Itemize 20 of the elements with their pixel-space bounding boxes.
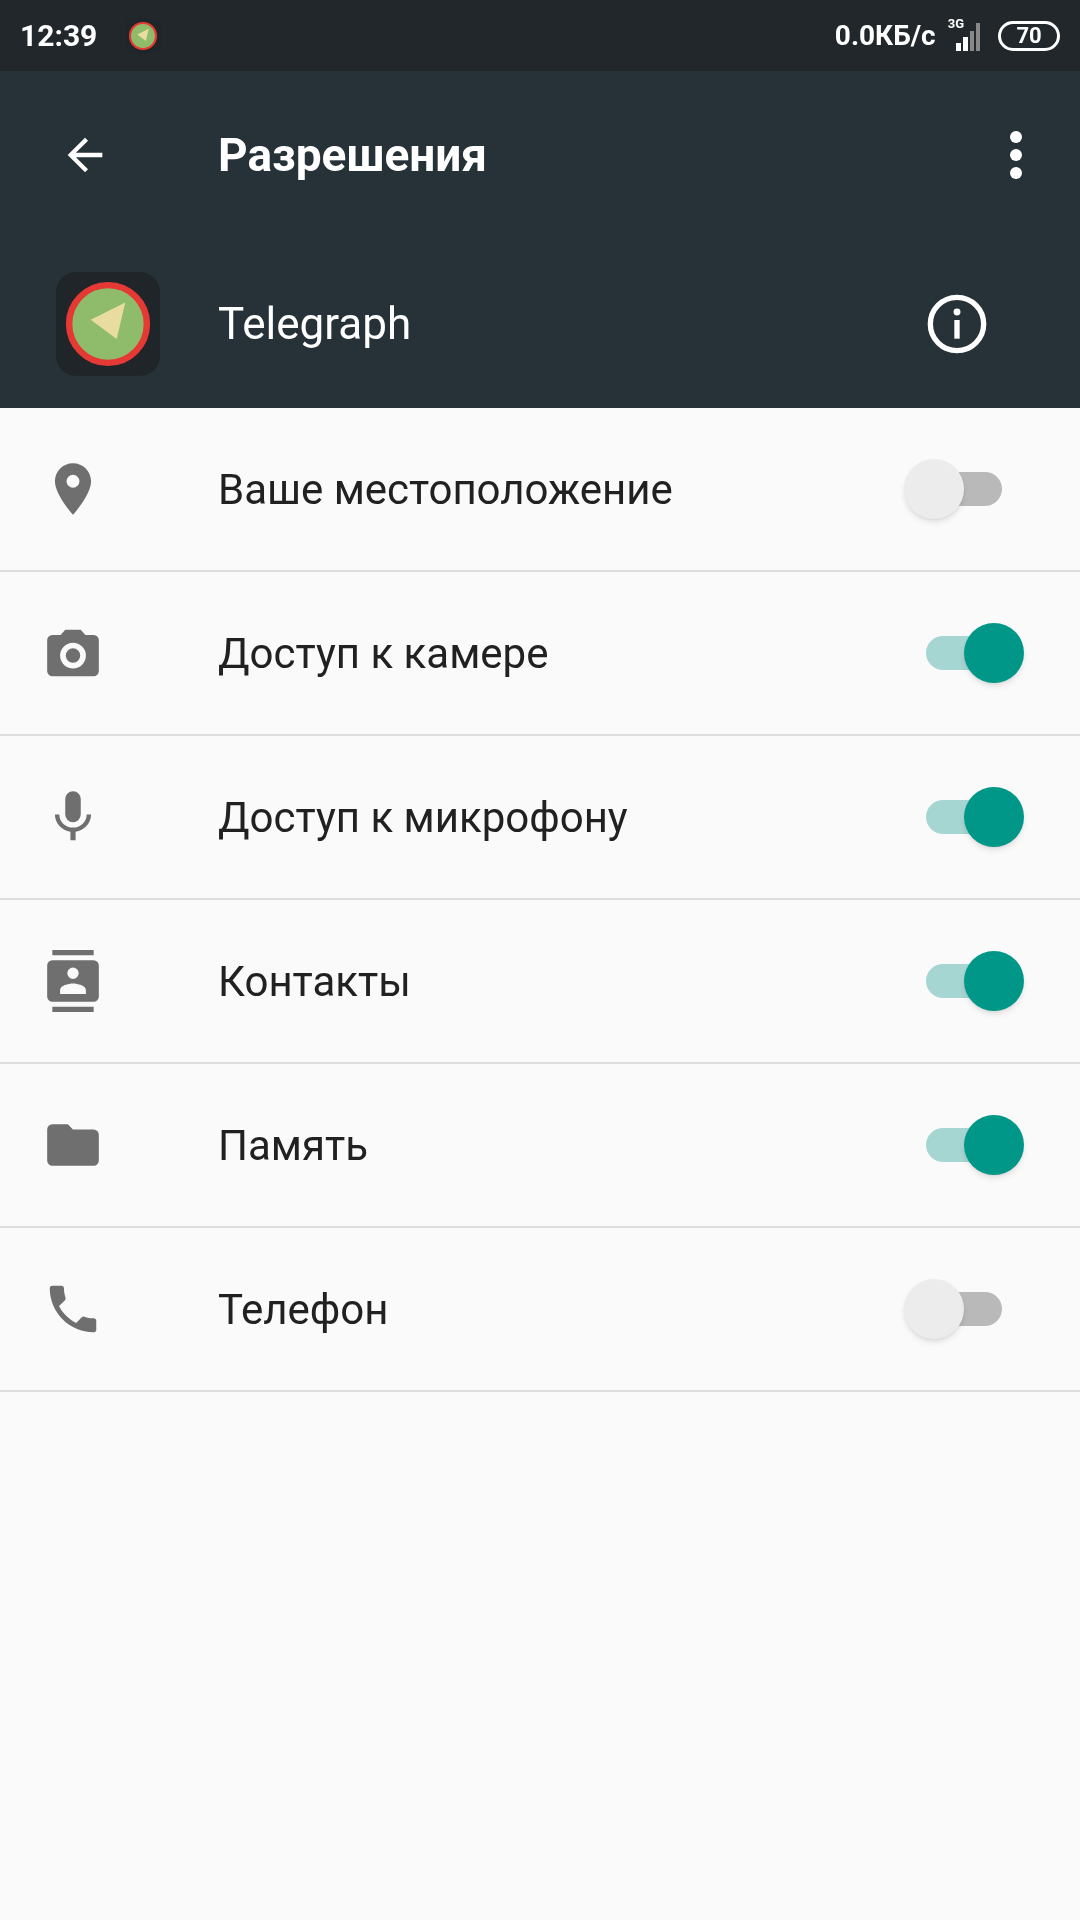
toggle-switch[interactable] (904, 1279, 1004, 1339)
clock-time: 12:39 (20, 17, 98, 55)
permission-label: Контакты (218, 955, 412, 1008)
more-icon (1010, 131, 1022, 179)
battery-indicator: 70 (998, 20, 1060, 51)
app-name: Telegraph (218, 296, 413, 352)
toggle-switch[interactable] (924, 1115, 1024, 1175)
permission-label: Доступ к микрофону (218, 791, 629, 844)
network-speed: 0.0КБ/с (834, 17, 936, 54)
toggle-switch[interactable] (924, 951, 1024, 1011)
permission-label: Память (218, 1119, 369, 1172)
toggle-switch[interactable] (904, 459, 1004, 519)
permission-label: Ваше местоположение (218, 463, 674, 516)
permission-label: Доступ к камере (218, 627, 550, 680)
toggle-switch[interactable] (924, 787, 1024, 847)
screen-title: Разрешения (218, 126, 489, 184)
permission-label: Телефон (218, 1283, 390, 1336)
app-icon (54, 269, 162, 378)
network-type: 3G (947, 15, 964, 33)
toggle-switch[interactable] (924, 623, 1024, 683)
